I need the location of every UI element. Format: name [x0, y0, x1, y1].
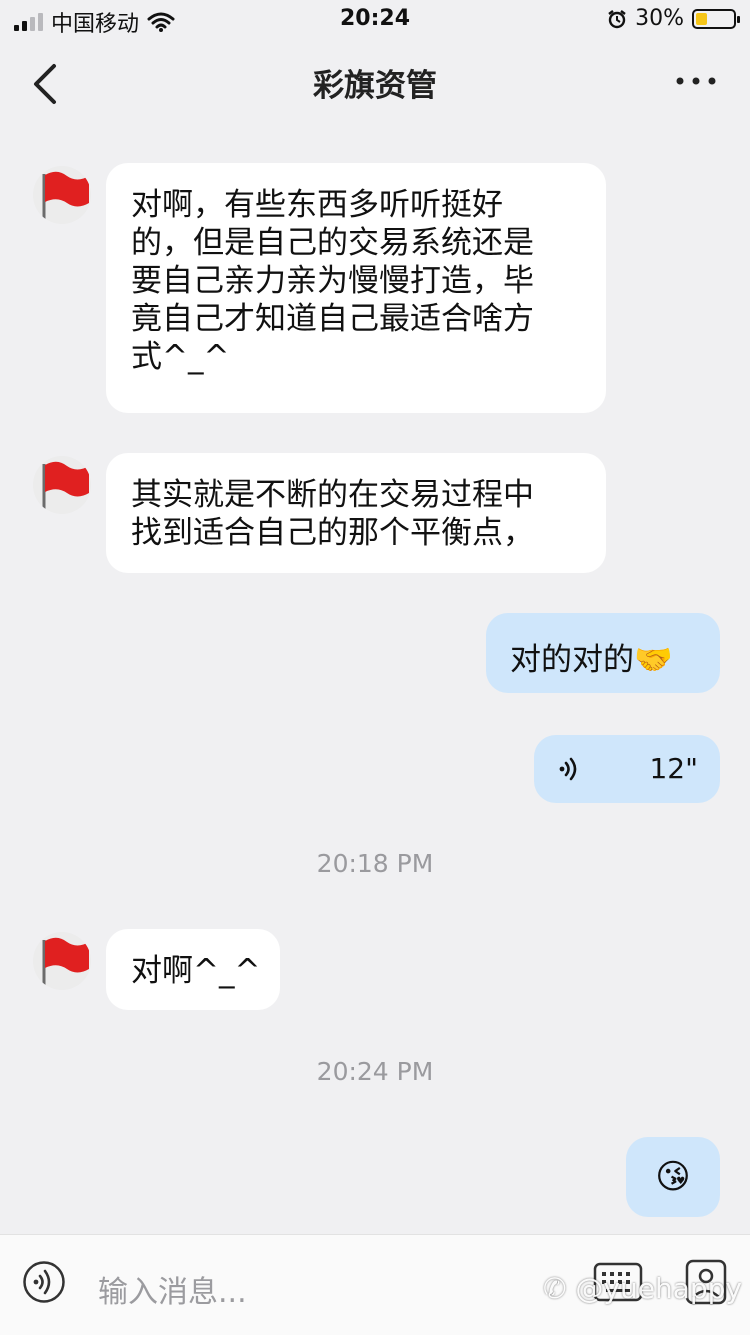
message-text: 对的对的: [510, 642, 634, 678]
alarm-clock-icon: [608, 9, 626, 28]
weibo-logo-icon: ✆: [543, 1272, 567, 1305]
message-bubble-outgoing[interactable]: 对的对的🤝: [486, 613, 720, 693]
message-text-line: 竟自己才知道自己最适合啥方: [131, 301, 534, 337]
watermark-text: @yuehappy: [575, 1272, 742, 1305]
voice-icon[interactable]: [22, 1260, 66, 1304]
chat-title: 彩旗资管: [313, 68, 437, 104]
more-dots-icon[interactable]: [674, 66, 718, 96]
status-bar: 中国移动 20:24 30%: [0, 0, 750, 40]
voice-message-bubble[interactable]: 12": [534, 735, 720, 803]
message-text-line: 式^_^: [131, 339, 230, 375]
message-bubble-incoming[interactable]: 对啊^_^: [106, 929, 280, 1010]
message-input[interactable]: 输入消息...: [98, 1267, 247, 1311]
battery-icon: [692, 8, 740, 29]
message-bubble-incoming[interactable]: 其实就是不断的在交易过程中 找到适合自己的那个平衡点，: [106, 453, 606, 573]
status-bar-right: 30%: [607, 6, 740, 31]
contact-avatar[interactable]: [33, 166, 91, 224]
kiss-emoji-icon: 😘: [655, 1157, 691, 1197]
message-text-line: 的，但是自己的交易系统还是: [131, 225, 534, 261]
contact-avatar[interactable]: [33, 456, 91, 514]
timestamp: 20:24 PM: [316, 1057, 434, 1086]
battery-level: [696, 12, 707, 25]
message-bubble-outgoing[interactable]: 😘: [626, 1137, 720, 1217]
red-flag-icon: [42, 171, 89, 220]
contact-avatar[interactable]: [33, 932, 91, 990]
message-text-line: 其实就是不断的在交易过程中: [131, 477, 534, 513]
message-text-line: 找到适合自己的那个平衡点，: [131, 515, 534, 551]
red-flag-icon: [42, 937, 89, 986]
watermark: ✆ @yuehappy: [543, 1272, 742, 1305]
voice-duration: 12": [649, 752, 698, 785]
nav-bar: 彩旗资管: [0, 40, 750, 130]
red-flag-icon: [42, 461, 89, 510]
message-text: 对啊^_^: [131, 953, 261, 989]
message-text-line: 对啊，有些东西多听听挺好: [131, 187, 503, 223]
message-text-line: 要自己亲力亲为慢慢打造，毕: [131, 263, 534, 299]
message-bubble-incoming[interactable]: 对啊，有些东西多听听挺好 的，但是自己的交易系统还是 要自己亲力亲为慢慢打造，毕…: [106, 163, 606, 413]
battery-percent: 30%: [635, 6, 684, 31]
handshake-emoji-icon: 🤝: [634, 642, 673, 678]
voice-wave-icon: [559, 757, 577, 781]
timestamp: 20:18 PM: [316, 849, 434, 878]
